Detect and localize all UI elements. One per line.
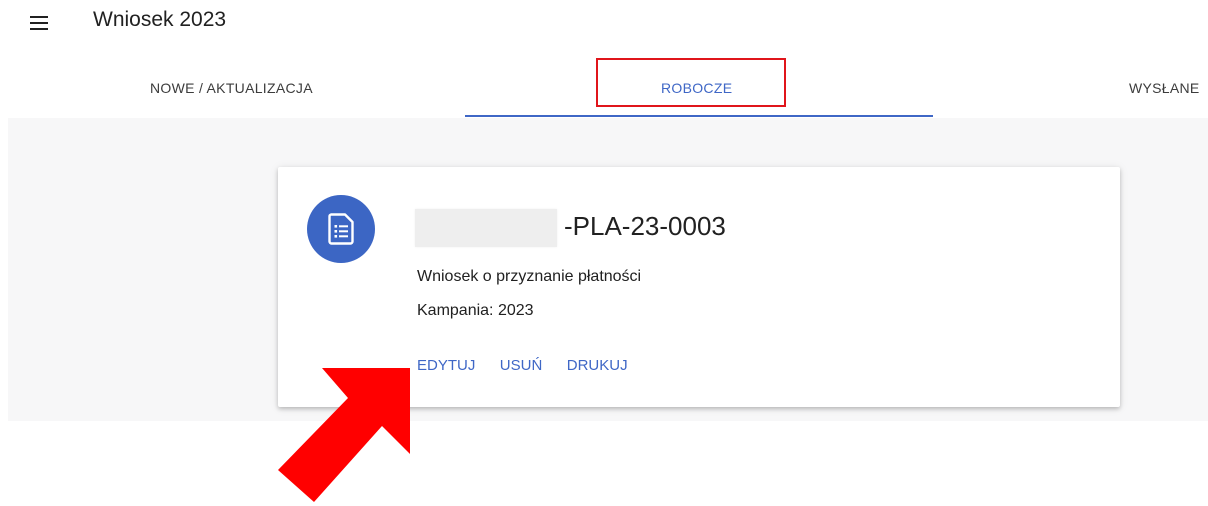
app-title: Wniosek 2023: [93, 8, 227, 31]
document-avatar: [307, 195, 375, 263]
print-button[interactable]: DRUKUJ: [567, 357, 628, 374]
tab-sent[interactable]: WYSŁANE: [1129, 80, 1200, 96]
application-type: Wniosek o przyznanie płatności: [417, 268, 642, 285]
active-tab-indicator: [465, 115, 933, 117]
card-actions: EDYTUJ USUŃ DRUKUJ: [417, 357, 648, 375]
delete-button[interactable]: USUŃ: [500, 357, 543, 374]
redacted-id-prefix: [415, 209, 557, 247]
red-arrow-icon: [278, 368, 410, 502]
tab-drafts[interactable]: ROBOCZE: [661, 80, 732, 96]
tab-new-update[interactable]: NOWE / AKTUALIZACJA: [150, 80, 313, 96]
tab-bar: NOWE / AKTUALIZACJA ROBOCZE WYSŁANE: [0, 58, 1208, 118]
application-campaign: Kampania: 2023: [417, 302, 534, 319]
document-list-icon: [328, 213, 354, 245]
hamburger-menu-icon[interactable]: [30, 16, 48, 30]
app-bar: Wniosek 2023: [0, 0, 1208, 52]
application-id: -PLA-23-0003: [564, 211, 726, 241]
